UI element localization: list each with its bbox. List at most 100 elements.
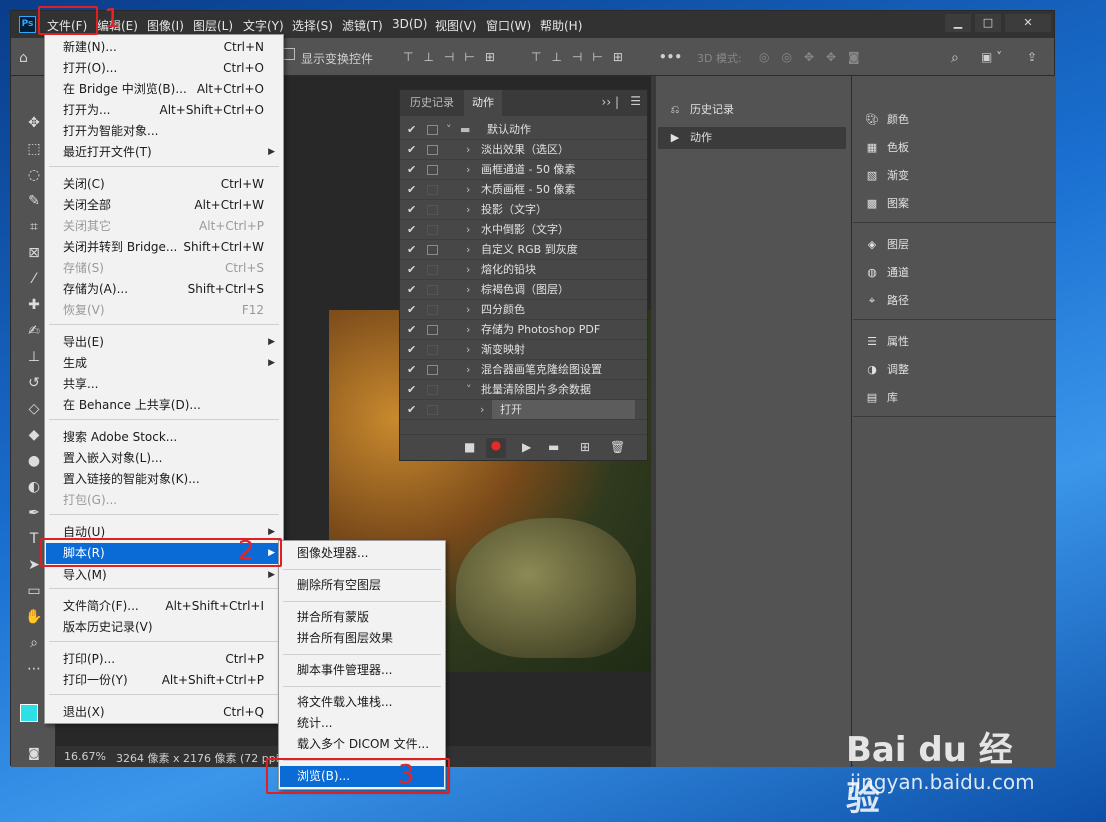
scripts-menu-item[interactable]: 载入多个 DICOM 文件...	[280, 734, 444, 755]
dialog-toggle[interactable]	[427, 185, 438, 195]
action-row[interactable]: ✔ › 混合器画笔克隆绘图设置	[400, 360, 647, 380]
scripts-menu-item[interactable]: 脚本事件管理器...	[280, 660, 444, 681]
file-menu-item[interactable]: 文件简介(F)... Alt+Shift+Ctrl+I	[46, 596, 282, 617]
play-selection-icon[interactable]: ▶	[522, 440, 531, 454]
scripts-menu-item[interactable]: 图像处理器...	[280, 543, 444, 564]
file-menu-item[interactable]: 置入链接的智能对象(K)...	[46, 469, 282, 490]
file-menu-item[interactable]: 新建(N)... Ctrl+N	[46, 37, 282, 58]
dialog-toggle[interactable]	[427, 345, 438, 355]
chevron-right-icon[interactable]: ›	[466, 180, 470, 200]
dialog-toggle[interactable]	[427, 405, 438, 415]
delete-icon[interactable]: 🗑︎	[610, 440, 625, 454]
scripts-menu-item[interactable]: 拼合所有蒙版	[280, 607, 444, 628]
action-step-row[interactable]: ✔ › 打开	[400, 400, 647, 420]
align-icons[interactable]: ⊤⊥⊣⊢⊞	[403, 50, 505, 64]
collapse-icon[interactable]: ›› |	[602, 95, 619, 109]
foreground-color-swatch[interactable]	[20, 704, 38, 722]
check-icon[interactable]: ✔	[407, 200, 416, 220]
menu-help[interactable]: 帮助(H)	[540, 17, 582, 34]
file-menu-item[interactable]: 版本历史记录(V)	[46, 617, 282, 638]
scripts-menu-item[interactable]: 统计...	[280, 713, 444, 734]
file-menu-item[interactable]: 打开为... Alt+Shift+Ctrl+O	[46, 100, 282, 121]
zoom-tool-icon[interactable]: ⌕	[24, 634, 44, 652]
more-options-icon[interactable]: •••	[659, 50, 682, 64]
check-icon[interactable]: ✔	[407, 340, 416, 360]
healing-tool-icon[interactable]: ✚	[24, 296, 44, 314]
action-row[interactable]: ✔ › 木质画框 - 50 像素	[400, 180, 647, 200]
file-menu-item[interactable]: 导出(E) ▶	[46, 332, 282, 353]
panel-layers[interactable]: ◈ 图层	[863, 234, 909, 256]
action-row[interactable]: ✔ › 投影（文字）	[400, 200, 647, 220]
dialog-toggle[interactable]	[427, 145, 438, 155]
minimize-button[interactable]: ▁	[945, 14, 971, 32]
file-menu-item[interactable]: 搜索 Adobe Stock...	[46, 427, 282, 448]
search-icon[interactable]: ⌕	[951, 50, 959, 66]
action-row[interactable]: ✔ › 棕褐色调（图层）	[400, 280, 647, 300]
file-menu-item[interactable]: 共享...	[46, 374, 282, 395]
chevron-right-icon[interactable]: ›	[466, 360, 470, 380]
check-icon[interactable]: ✔	[407, 180, 416, 200]
panel-color[interactable]: 🎨︎ 颜色	[863, 109, 909, 131]
marquee-tool-icon[interactable]: ⬚	[24, 140, 44, 158]
file-menu-item[interactable]: 在 Bridge 中浏览(B)... Alt+Ctrl+O	[46, 79, 282, 100]
file-menu-item[interactable]: 存储(S) Ctrl+S	[46, 258, 282, 279]
dialog-toggle[interactable]	[427, 305, 438, 315]
panel-swatches[interactable]: ▦ 色板	[863, 137, 909, 159]
stamp-tool-icon[interactable]: ⊥	[24, 348, 44, 366]
chevron-right-icon[interactable]: ›	[466, 200, 470, 220]
dodge-tool-icon[interactable]: ◐	[24, 478, 44, 496]
zoom-level[interactable]: 16.67%	[64, 750, 106, 763]
file-menu-item[interactable]: 打印一份(Y) Alt+Shift+Ctrl+P	[46, 670, 282, 691]
menu-layer[interactable]: 图层(L)	[193, 17, 233, 34]
home-icon[interactable]: ⌂	[19, 50, 28, 66]
file-menu-item[interactable]: 最近打开文件(T) ▶	[46, 142, 282, 163]
menu-select[interactable]: 选择(S)	[292, 17, 333, 34]
check-icon[interactable]: ✔	[407, 140, 416, 160]
check-icon[interactable]: ✔	[407, 280, 416, 300]
dialog-toggle[interactable]	[427, 125, 438, 135]
file-menu-item[interactable]: 打包(G)...	[46, 490, 282, 511]
share-icon[interactable]: ⇪	[1027, 50, 1037, 64]
action-set-row[interactable]: ✔ ˅ ▬ 默认动作	[400, 120, 647, 140]
distribute-icons[interactable]: ⊤⊥⊣⊢⊞	[531, 50, 633, 64]
chevron-right-icon[interactable]: ›	[480, 400, 484, 420]
mid-actions[interactable]: ▶ 动作	[658, 127, 846, 149]
hand-tool-icon[interactable]: ✋	[24, 608, 44, 626]
action-row[interactable]: ✔ › 四分颜色	[400, 300, 647, 320]
file-menu-item[interactable]: 在 Behance 上共享(D)...	[46, 395, 282, 416]
check-icon[interactable]: ✔	[407, 220, 416, 240]
chevron-right-icon[interactable]: ›	[466, 160, 470, 180]
more-tools-icon[interactable]: ⋯	[24, 660, 44, 678]
chevron-right-icon[interactable]: ›	[466, 260, 470, 280]
chevron-right-icon[interactable]: ›	[466, 320, 470, 340]
dialog-toggle[interactable]	[427, 385, 438, 395]
menu-filter[interactable]: 滤镜(T)	[342, 17, 383, 34]
check-icon[interactable]: ✔	[407, 380, 416, 400]
file-menu-item[interactable]: 恢复(V) F12	[46, 300, 282, 321]
move-tool-icon[interactable]: ✥	[24, 114, 44, 132]
file-menu-item[interactable]: 关闭(C) Ctrl+W	[46, 174, 282, 195]
brush-tool-icon[interactable]: ✍	[24, 322, 44, 340]
mid-history[interactable]: ⎌ 历史记录	[666, 99, 734, 121]
dialog-toggle[interactable]	[427, 265, 438, 275]
check-icon[interactable]: ✔	[407, 120, 416, 140]
history-brush-tool-icon[interactable]: ↺	[24, 374, 44, 392]
action-row[interactable]: ✔ › 渐变映射	[400, 340, 647, 360]
action-row[interactable]: ✔ › 存储为 Photoshop PDF	[400, 320, 647, 340]
chevron-down-icon[interactable]: ˅	[466, 380, 472, 400]
dialog-toggle[interactable]	[427, 225, 438, 235]
record-icon[interactable]: ●	[486, 438, 506, 458]
chevron-right-icon[interactable]: ›	[466, 240, 470, 260]
panel-channels[interactable]: ◍ 通道	[863, 262, 909, 284]
quick-mask-icon[interactable]: ◙	[24, 744, 44, 762]
panel-menu-icon[interactable]: ☰	[630, 94, 641, 108]
chevron-right-icon[interactable]: ›	[466, 140, 470, 160]
eyedropper-tool-icon[interactable]: ⁄	[24, 270, 44, 288]
maximize-button[interactable]: □	[975, 14, 1001, 32]
file-menu-item[interactable]: 退出(X) Ctrl+Q	[46, 702, 282, 723]
chevron-right-icon[interactable]: ›	[466, 300, 470, 320]
file-menu-item[interactable]: 生成 ▶	[46, 353, 282, 374]
check-icon[interactable]: ✔	[407, 160, 416, 180]
panel-properties[interactable]: ☰ 属性	[863, 331, 909, 353]
file-menu-item[interactable]: 打开(O)... Ctrl+O	[46, 58, 282, 79]
